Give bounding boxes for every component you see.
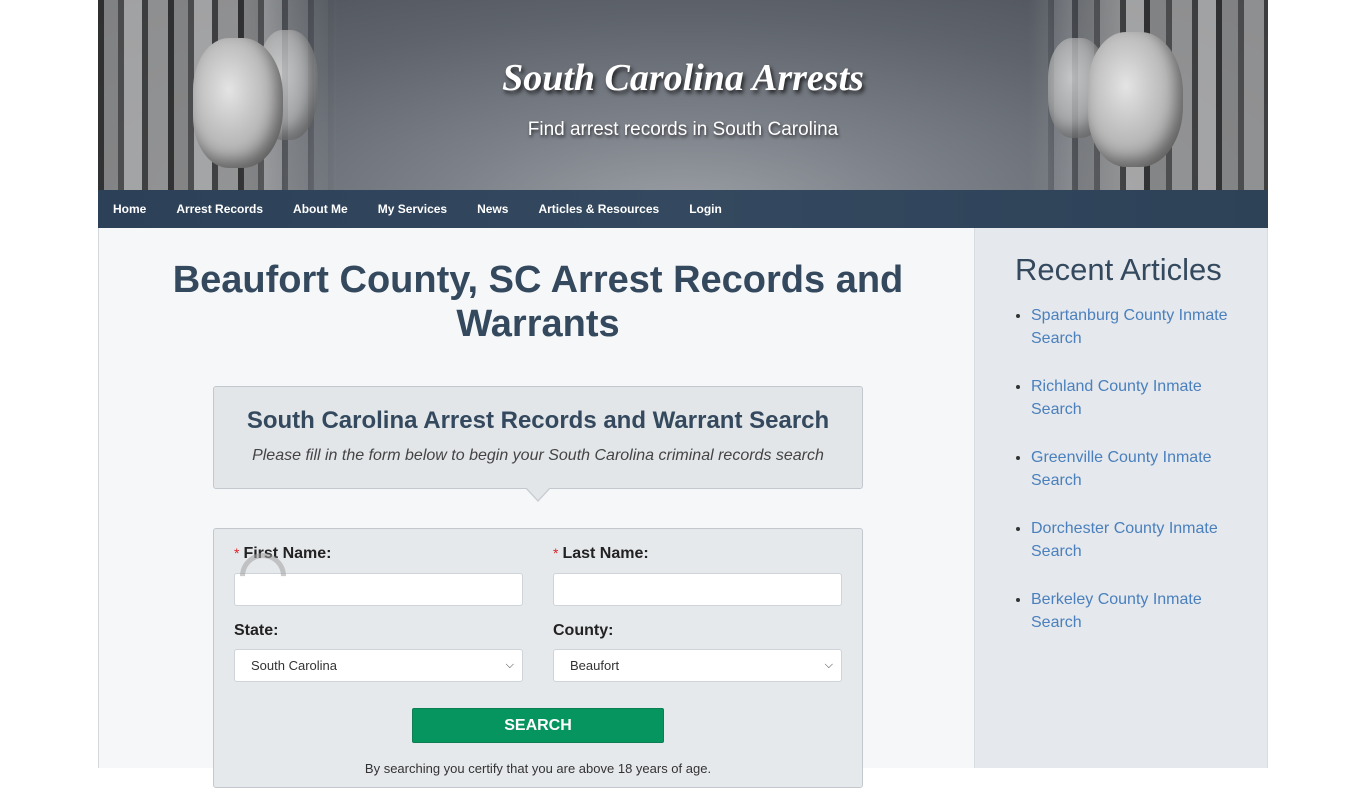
nav-item-about-me[interactable]: About Me	[293, 202, 348, 216]
search-header-subtitle: Please fill in the form below to begin y…	[252, 447, 824, 464]
site-title[interactable]: South Carolina Arrests	[98, 56, 1268, 100]
search-button[interactable]: SEARCH	[412, 708, 664, 743]
nav-item-my-services[interactable]: My Services	[378, 202, 447, 216]
chevron-down-icon: ⌵	[824, 659, 833, 671]
site-tagline: Find arrest records in South Carolina	[527, 119, 839, 140]
main-nav: Home Arrest Records About Me My Services…	[98, 190, 1268, 228]
county-label: County:	[553, 622, 614, 639]
list-item: Berkeley County Inmate Search	[1031, 588, 1241, 634]
nav-item-login[interactable]: Login	[689, 202, 722, 216]
first-name-input[interactable]	[234, 573, 523, 606]
sidebar-title: Recent Articles	[1015, 252, 1222, 287]
last-name-label: * Last Name:	[553, 545, 649, 563]
last-name-label-text: Last Name:	[562, 545, 649, 562]
state-label: State:	[234, 622, 279, 639]
required-marker: *	[234, 545, 240, 561]
sidebar: Recent Articles Spartanburg County Inmat…	[974, 228, 1268, 768]
article-link[interactable]: Richland County Inmate Search	[1031, 378, 1202, 418]
search-header-title: South Carolina Arrest Records and Warran…	[246, 407, 830, 434]
article-link[interactable]: Dorchester County Inmate Search	[1031, 520, 1218, 560]
nav-item-home[interactable]: Home	[113, 202, 146, 216]
search-form: * First Name: * Last Name: State: South Ca…	[213, 528, 863, 788]
age-disclaimer: By searching you certify that you are ab…	[364, 761, 712, 776]
page-title: Beaufort County, SC Arrest Records and W…	[172, 259, 904, 345]
article-link[interactable]: Greenville County Inmate Search	[1031, 449, 1212, 489]
list-item: Richland County Inmate Search	[1031, 375, 1241, 421]
page-container: South Carolina Arrests Find arrest recor…	[98, 0, 1268, 788]
search-header-box: South Carolina Arrest Records and Warran…	[213, 386, 863, 489]
site-header: South Carolina Arrests Find arrest recor…	[98, 0, 1268, 190]
list-item: Greenville County Inmate Search	[1031, 446, 1241, 492]
recent-articles-list: Spartanburg County Inmate Search Richlan…	[1031, 304, 1241, 659]
callout-arrow	[525, 487, 551, 502]
state-selected-value: South Carolina	[251, 658, 337, 673]
county-selected-value: Beaufort	[570, 658, 620, 673]
nav-item-articles-resources[interactable]: Articles & Resources	[538, 202, 659, 216]
first-name-label: * First Name:	[234, 545, 331, 563]
nav-item-arrest-records[interactable]: Arrest Records	[176, 202, 263, 216]
nav-item-news[interactable]: News	[477, 202, 508, 216]
article-link[interactable]: Spartanburg County Inmate Search	[1031, 307, 1228, 347]
last-name-input[interactable]	[553, 573, 842, 606]
list-item: Dorchester County Inmate Search	[1031, 517, 1241, 563]
state-select[interactable]: South Carolina ⌵	[234, 649, 523, 682]
article-link[interactable]: Berkeley County Inmate Search	[1031, 591, 1202, 631]
first-name-label-text: First Name:	[243, 545, 332, 562]
main-content: Beaufort County, SC Arrest Records and W…	[98, 228, 974, 788]
required-marker: *	[553, 545, 559, 561]
county-select[interactable]: Beaufort ⌵	[553, 649, 842, 682]
chevron-down-icon: ⌵	[505, 659, 514, 671]
list-item: Spartanburg County Inmate Search	[1031, 304, 1241, 350]
